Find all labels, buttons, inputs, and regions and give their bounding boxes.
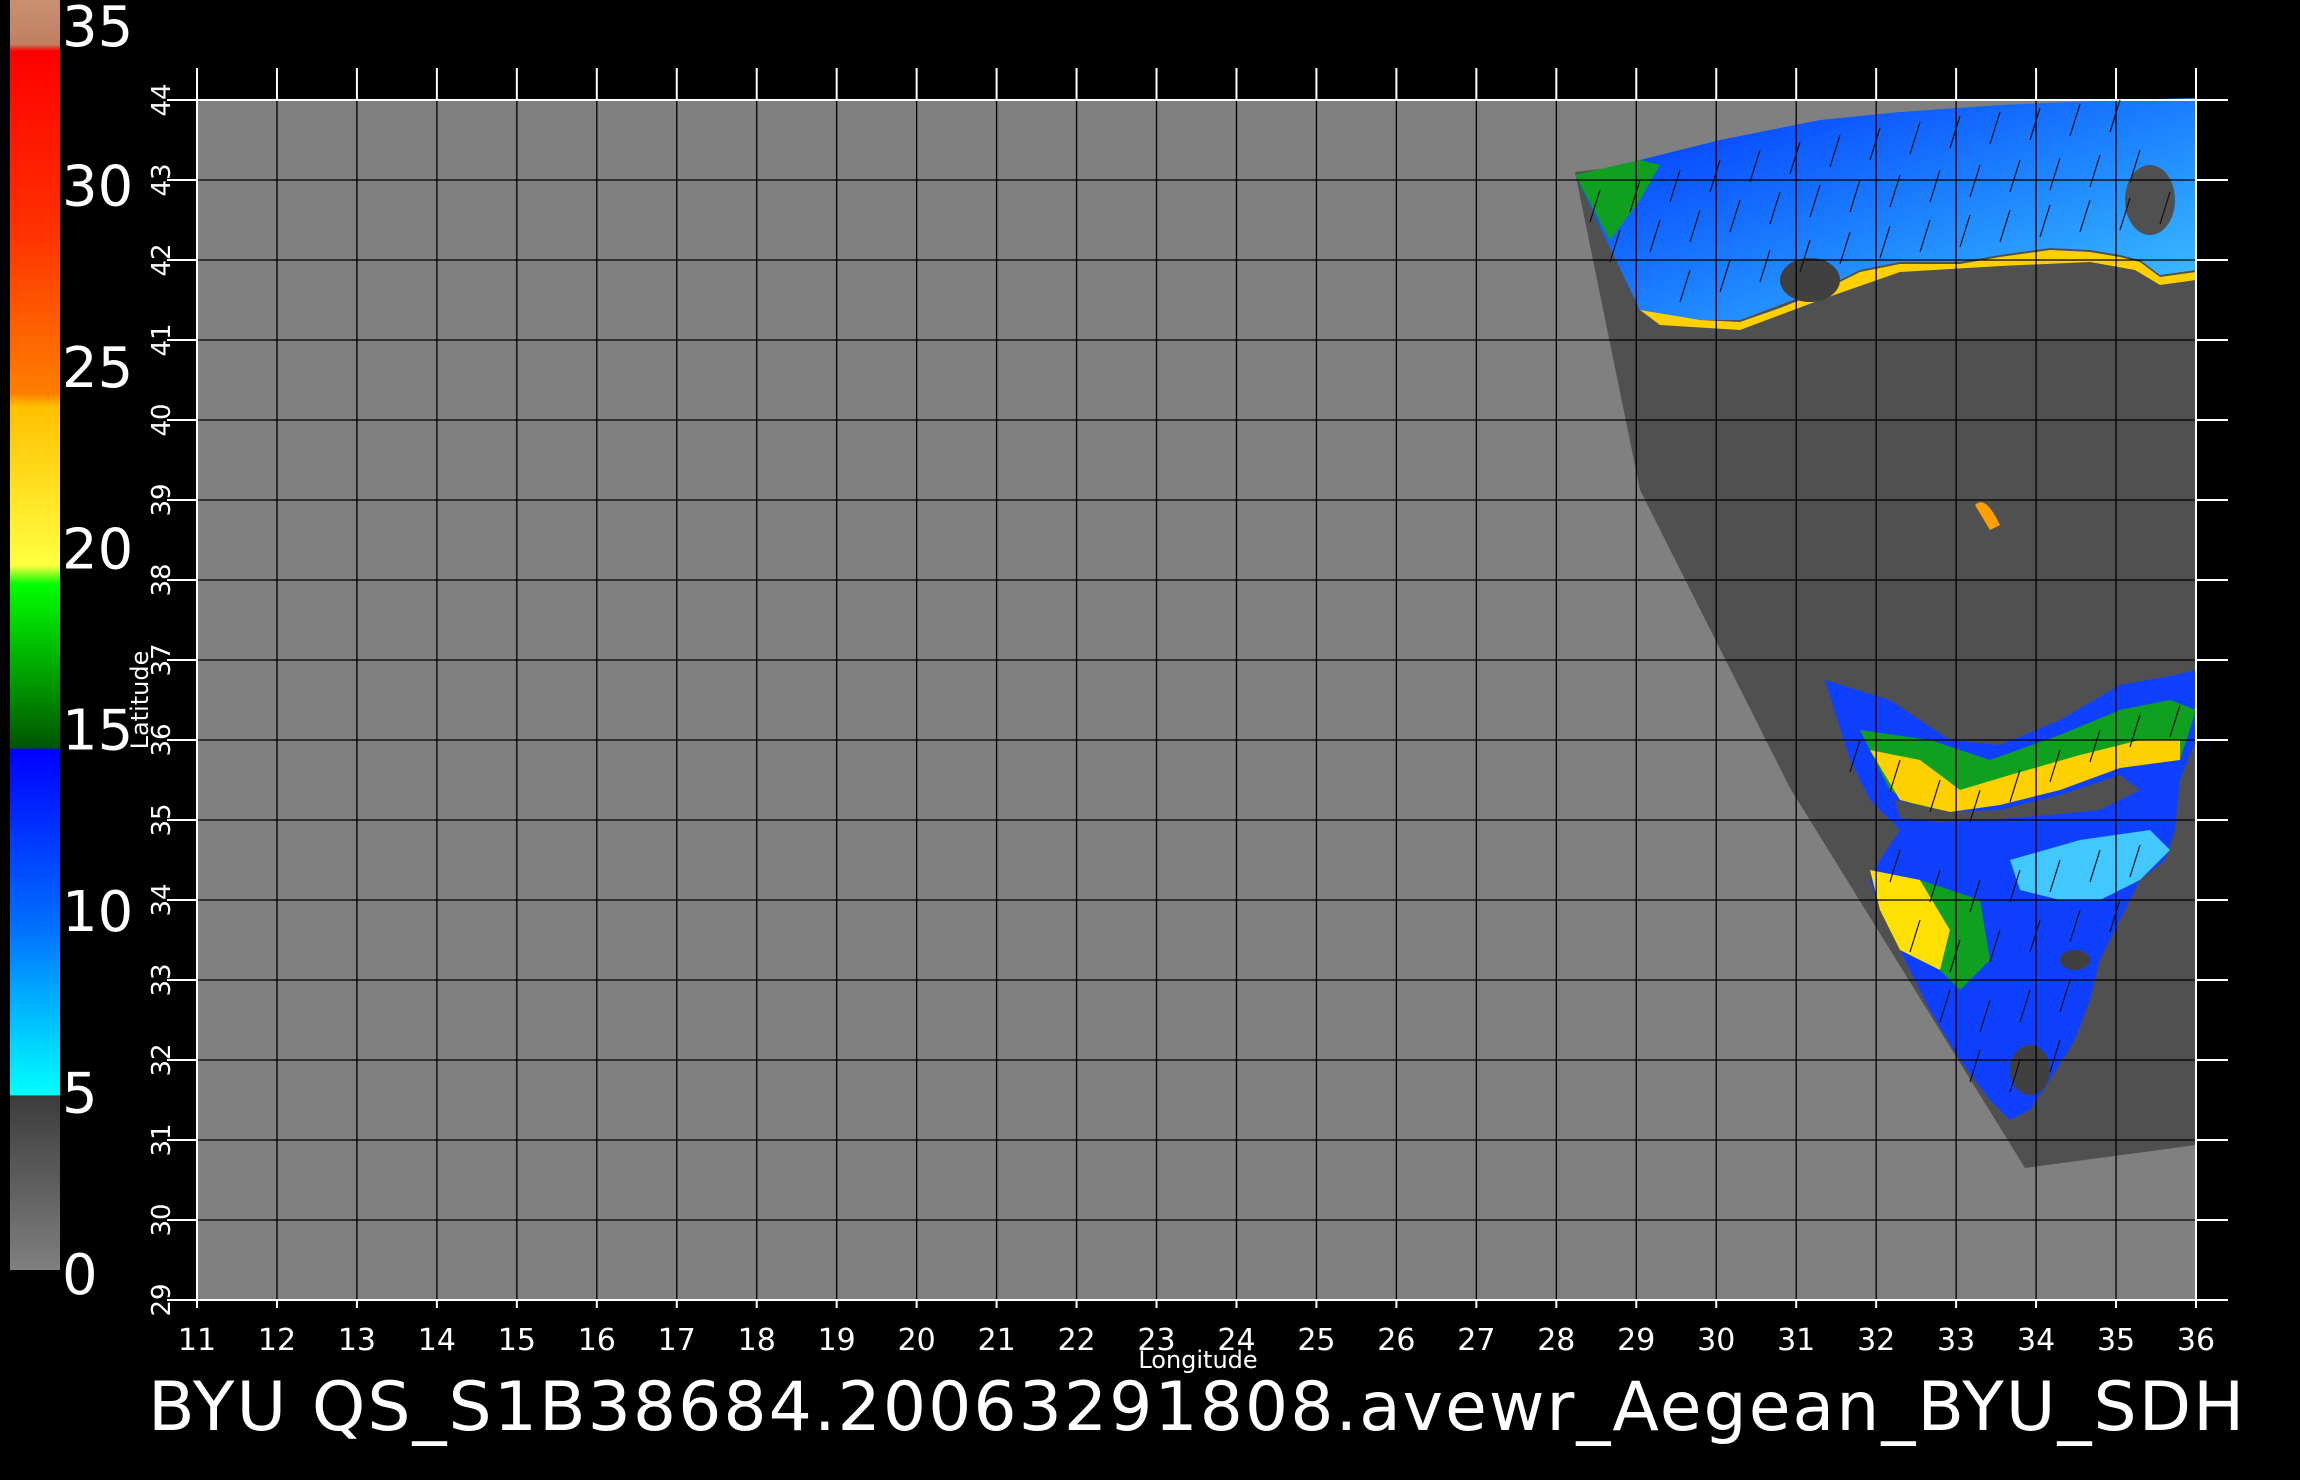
y-tick-label: 30: [147, 1203, 177, 1236]
figure-title: BYU QS_S1B38684.20063291808.avewr_Aegean…: [148, 1368, 2247, 1447]
x-tick-label: 19: [818, 1323, 856, 1358]
x-tick-label: 13: [338, 1323, 376, 1358]
colorbar-label: 10: [62, 880, 133, 945]
y-tick-label: 42: [147, 243, 177, 276]
x-tick-label: 27: [1457, 1323, 1495, 1358]
x-tick-label: 12: [258, 1323, 296, 1358]
x-tick-label: 16: [578, 1323, 616, 1358]
x-tick-label: 14: [418, 1323, 456, 1358]
y-tick-label: 44: [147, 83, 177, 116]
y-tick-label: 31: [147, 1123, 177, 1156]
x-tick-label: 32: [1857, 1323, 1895, 1358]
colorbar-label: 0: [62, 1243, 98, 1308]
x-tick-label: 28: [1537, 1323, 1575, 1358]
x-tick-label: 35: [2097, 1323, 2135, 1358]
colorbar-label: 35: [62, 0, 133, 60]
x-tick-label: 30: [1697, 1323, 1735, 1358]
x-tick-label: 17: [658, 1323, 696, 1358]
x-tick-label: 33: [1937, 1323, 1975, 1358]
x-tick-label: 15: [498, 1323, 536, 1358]
colorbar-label: 5: [62, 1062, 98, 1127]
x-tick-label: 31: [1777, 1323, 1815, 1358]
y-tick-label: 35: [147, 803, 177, 836]
colorbar-label: 20: [62, 517, 133, 582]
map-figure: 0 5 10 15 20 25 30 35 11 12 13 14 15 16 17 18 1…: [10, 0, 2228, 1374]
x-tick-label: 20: [898, 1323, 936, 1358]
x-tick-label: 29: [1617, 1323, 1655, 1358]
x-tick-label: 25: [1297, 1323, 1335, 1358]
colorbar-gradient: [10, 0, 60, 1270]
y-tick-label: 41: [147, 323, 177, 356]
y-tick-label: 43: [147, 163, 177, 196]
x-tick-label: 26: [1377, 1323, 1415, 1358]
colorbar-label: 25: [62, 336, 133, 401]
y-tick-label: 34: [147, 883, 177, 916]
y-tick-label: 39: [147, 483, 177, 516]
x-tick-label: 18: [738, 1323, 776, 1358]
x-tick-label: 34: [2017, 1323, 2055, 1358]
y-tick-label: 40: [147, 403, 177, 436]
map-plot: [196, 98, 2197, 1301]
y-tick-label: 38: [147, 563, 177, 596]
colorbar-label: 15: [62, 699, 133, 764]
colorbar: 0 5 10 15 20 25 30 35: [10, 0, 133, 1308]
y-tick-label: 33: [147, 963, 177, 996]
colorbar-label: 30: [62, 154, 133, 219]
x-tick-label: 11: [178, 1323, 216, 1358]
y-tick-label: 32: [147, 1043, 177, 1076]
x-tick-label: 36: [2177, 1323, 2215, 1358]
x-tick-label: 22: [1057, 1323, 1095, 1358]
x-tick-label: 21: [978, 1323, 1016, 1358]
y-axis-label: Latitude: [126, 651, 154, 750]
y-tick-label: 29: [147, 1283, 177, 1316]
